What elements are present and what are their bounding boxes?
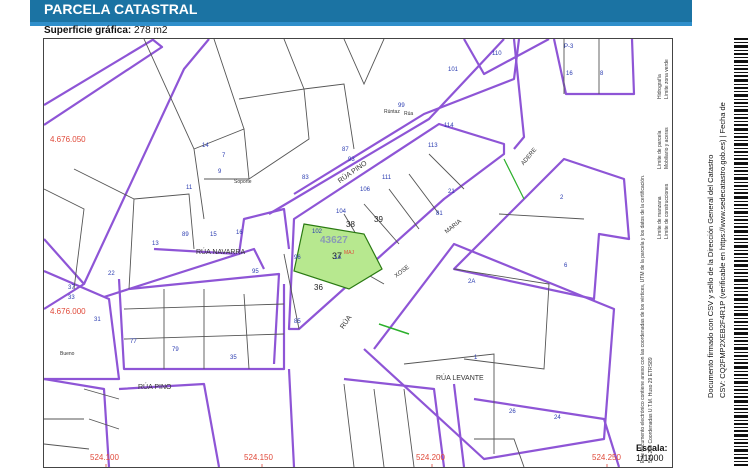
parcel-number: 77 — [130, 339, 137, 345]
street-name: RÚA PINO — [138, 384, 172, 391]
parcel-number: 39 — [374, 215, 383, 224]
parcel-number: 6 — [564, 263, 568, 269]
coord-label: 4.676.000 — [50, 307, 86, 316]
parcel-number: P-3 — [564, 44, 574, 50]
parcel-number: 102 — [312, 229, 323, 235]
legend-text: Este documento electrónico contiene anex… — [640, 174, 646, 463]
parcel-number: 2 — [560, 195, 564, 201]
parcel-number: 26 — [509, 409, 516, 415]
legend-item: Límite zona verde — [664, 59, 670, 99]
parcel-number: 81 — [436, 211, 443, 217]
parcel-id: 43627 — [320, 235, 348, 246]
coord-label: 524.150 — [244, 453, 273, 462]
parcel-number: 14 — [202, 143, 209, 149]
parcel-number: 96 — [294, 255, 301, 261]
parcel-number: 13 — [152, 241, 159, 247]
barcode — [734, 38, 748, 468]
parcel-number: 113 — [428, 143, 438, 149]
parcel-number: 83 — [302, 175, 309, 181]
surface-value: 278 m2 — [134, 25, 168, 36]
legend-item: Límite de manzana — [657, 196, 663, 239]
parcel-number: 11 — [186, 185, 193, 191]
parcel-number: 110 — [492, 51, 502, 57]
legend-item: Hidrografía — [657, 74, 663, 99]
parcel-number: 22 — [108, 271, 115, 277]
parcel-number: 1 — [474, 355, 478, 361]
parcel-number: 37 — [68, 285, 75, 291]
parcel-number: 8 — [600, 71, 604, 77]
parcel-number: 93 — [348, 157, 355, 163]
section-title: PARCELA CATASTRAL — [44, 1, 198, 17]
scale-box: Escala: 1/1000 — [636, 443, 668, 463]
parcel-number: 38 — [346, 220, 355, 229]
scale-label: Escala: — [636, 443, 668, 453]
parcel-number: 7 — [222, 153, 226, 159]
street-name: RÚA NAVARRA — [196, 249, 246, 256]
parcel-label: MAJ — [344, 250, 354, 256]
parcel-number: 35 — [230, 355, 237, 361]
parcel-number: 16 — [236, 230, 243, 236]
map-legend: Este documento electrónico contiene anex… — [636, 38, 673, 468]
parcel-number: 104 — [336, 209, 347, 215]
parcel-number: 79 — [172, 347, 179, 353]
surface-label: Superficie gráfica: — [44, 25, 132, 36]
parcel-number: 85 — [294, 319, 301, 325]
coord-label: 524.100 — [90, 453, 119, 462]
csv-line-2: CSV: CQ2FMP2XEB2F4R1P (verificable en ht… — [718, 102, 727, 398]
parcel-number: 106 — [360, 187, 371, 193]
place-label: Bueno — [60, 351, 75, 357]
parcel-number: 31 — [94, 317, 101, 323]
parcel-number: 33 — [68, 295, 75, 301]
legend-item: Mobiliario y aceras — [664, 127, 670, 169]
legend-item: Límite de parcela — [657, 130, 663, 169]
street-name: RÚA LEVANTE — [436, 375, 484, 382]
parcel-number: 2A — [468, 279, 476, 285]
coord-label: 524.200 — [416, 453, 445, 462]
parcel-number: 36 — [314, 283, 323, 292]
parcel-number: 111 — [382, 175, 392, 181]
parcel-number: 87 — [342, 147, 349, 153]
parcel-number: 24 — [554, 415, 561, 421]
place-label: Soporte — [234, 179, 252, 185]
parcel-number: 114 — [444, 123, 454, 129]
barcode-svg — [734, 38, 748, 466]
legend-item: Límite de construcciones — [664, 183, 670, 239]
parcel-number: 21 — [448, 189, 455, 195]
parcel-number: 101 — [448, 67, 459, 73]
street-name: Rúa — [404, 111, 414, 117]
parcel-number: 15 — [210, 232, 217, 238]
csv-line-1: Documento firmado con CSV y sello de la … — [706, 154, 715, 398]
scale-value: 1/1000 — [636, 453, 664, 463]
place-label: Rúntaz — [384, 109, 400, 115]
coord-label: 524.250 — [592, 453, 621, 462]
parcel-number: 16 — [566, 71, 573, 77]
section-header: PARCELA CATASTRAL — [30, 0, 692, 26]
parcel-number: 1A — [334, 255, 342, 261]
parcel-number: 95 — [252, 269, 259, 275]
surface-area: Superficie gráfica: 278 m2 — [44, 25, 167, 36]
cadastral-map[interactable]: 4.676.050 4.676.000 524.100 524.150 524.… — [43, 38, 637, 468]
parcel-number: 89 — [182, 232, 189, 238]
parcel-number: 9 — [218, 169, 222, 175]
coord-label: 4.676.050 — [50, 135, 86, 144]
